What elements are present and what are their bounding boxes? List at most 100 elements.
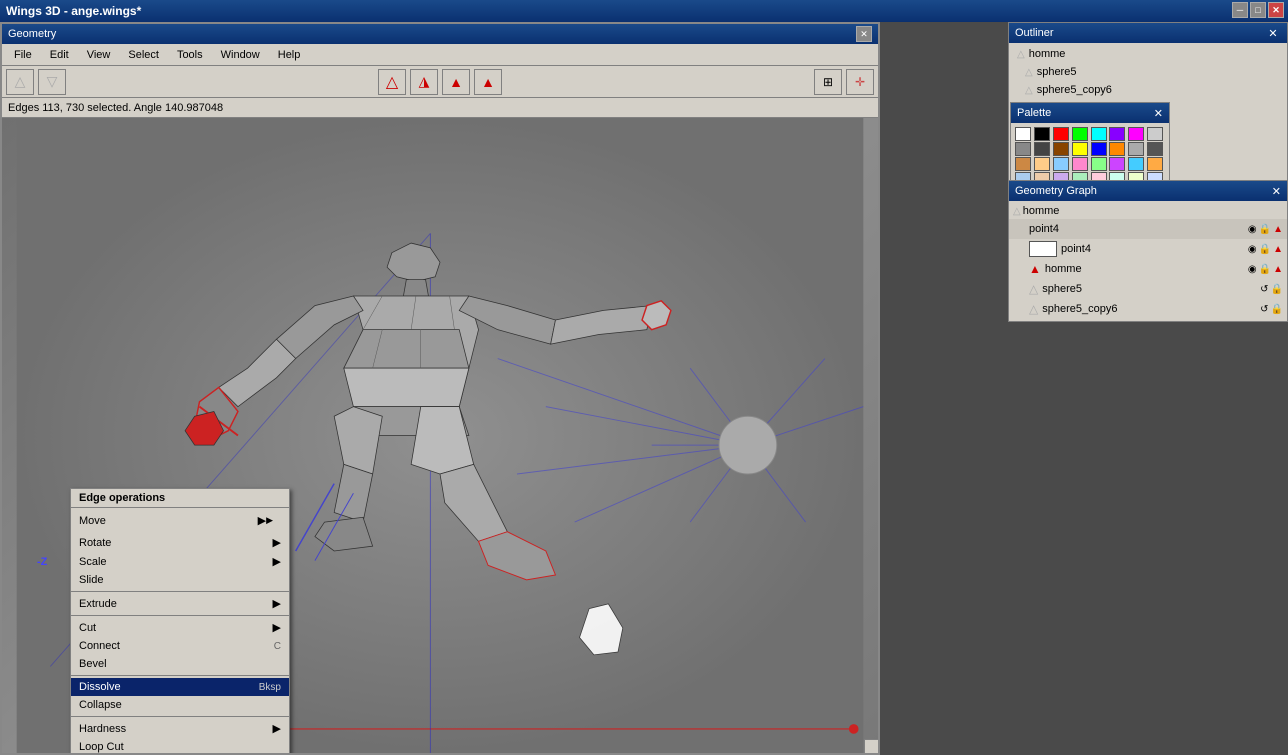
- ctx-loopcut-label: Loop Cut: [79, 741, 124, 753]
- ctx-dissolve-shortcut: Bksp: [259, 682, 281, 693]
- eye-icon-1[interactable]: ◉: [1248, 224, 1257, 235]
- outliner-homme[interactable]: △ homme: [1009, 45, 1287, 63]
- scroll-corner: [864, 739, 878, 753]
- color-swatch-6[interactable]: [1128, 127, 1144, 141]
- menu-help[interactable]: Help: [270, 47, 309, 63]
- minimize-button[interactable]: ─: [1232, 2, 1248, 18]
- geo-point4-2-name: point4: [1061, 243, 1244, 255]
- geo-sphere5-icons: ↺ 🔒: [1260, 284, 1283, 295]
- ctx-cut-label: Cut: [79, 622, 96, 634]
- ctx-item-cut[interactable]: Cut ▶: [71, 618, 289, 637]
- ctx-item-move[interactable]: Move ▶: [71, 508, 289, 533]
- outliner-sphere5copy6-label: sphere5_copy6: [1037, 84, 1112, 96]
- color-swatch-17[interactable]: [1034, 157, 1050, 171]
- color-swatch-7[interactable]: [1147, 127, 1163, 141]
- toolbar-tri-white1[interactable]: △: [6, 69, 34, 95]
- up-icon-1[interactable]: ▲: [1273, 224, 1283, 235]
- ctx-sep1: [71, 591, 289, 592]
- toolbar-tri-red2[interactable]: ▲: [474, 69, 502, 95]
- ctx-item-rotate[interactable]: Rotate ▶: [71, 533, 289, 552]
- win-close-button[interactable]: ✕: [856, 26, 872, 42]
- refresh-icon-sphere5[interactable]: ↺: [1260, 284, 1268, 295]
- eye-icon-homme[interactable]: ◉: [1248, 264, 1257, 275]
- refresh-icon-sphere5copy6[interactable]: ↺: [1260, 304, 1268, 315]
- toolbar-tri-red1[interactable]: ▲: [442, 69, 470, 95]
- ctx-sep4: [71, 716, 289, 717]
- menu-edit[interactable]: Edit: [42, 47, 77, 63]
- menu-tools[interactable]: Tools: [169, 47, 211, 63]
- up-icon-2[interactable]: ▲: [1273, 244, 1283, 255]
- z-axis-label: -Z: [37, 556, 47, 568]
- toolbar-grid[interactable]: ⊞: [814, 69, 842, 95]
- color-swatch-21[interactable]: [1109, 157, 1125, 171]
- ctx-hardness-label: Hardness: [79, 723, 126, 735]
- geo-item-point4-1[interactable]: point4 ◉ 🔒 ▲: [1009, 219, 1287, 239]
- color-swatch-11[interactable]: [1072, 142, 1088, 156]
- color-swatch-1[interactable]: [1034, 127, 1050, 141]
- color-swatch-5[interactable]: [1109, 127, 1125, 141]
- ctx-item-collapse[interactable]: Collapse: [71, 696, 289, 714]
- color-swatch-2[interactable]: [1053, 127, 1069, 141]
- menu-window[interactable]: Window: [213, 47, 268, 63]
- ctx-item-connect[interactable]: Connect C: [71, 637, 289, 655]
- maximize-button[interactable]: □: [1250, 2, 1266, 18]
- toolbar-tri-white2[interactable]: ▽: [38, 69, 66, 95]
- lock-icon-sphere5copy6[interactable]: 🔒: [1271, 304, 1283, 315]
- color-swatch-18[interactable]: [1053, 157, 1069, 171]
- toolbar-tri-outline[interactable]: △: [378, 69, 406, 95]
- outliner-sphere5[interactable]: △ sphere5: [1009, 63, 1287, 81]
- ctx-item-scale[interactable]: Scale ▶: [71, 552, 289, 571]
- geometry-graph-close[interactable]: ✕: [1272, 185, 1281, 198]
- toolbar-tri-half[interactable]: ◮: [410, 69, 438, 95]
- geo-item-sphere5copy6[interactable]: △ sphere5_copy6 ↺ 🔒: [1009, 299, 1287, 319]
- eye-icon-2[interactable]: ◉: [1248, 244, 1257, 255]
- color-swatch-15[interactable]: [1147, 142, 1163, 156]
- outliner-sphere5-copy6[interactable]: △ sphere5_copy6: [1009, 81, 1287, 99]
- color-swatch-13[interactable]: [1109, 142, 1125, 156]
- color-swatch-14[interactable]: [1128, 142, 1144, 156]
- sphere5copy6-expand-icon: △: [1025, 85, 1033, 96]
- color-swatch-9[interactable]: [1034, 142, 1050, 156]
- color-swatch-16[interactable]: [1015, 157, 1031, 171]
- geometry-graph-panel: Geometry Graph ✕ △ homme point4 ◉ 🔒 ▲ po…: [1008, 180, 1288, 322]
- color-swatch-12[interactable]: [1091, 142, 1107, 156]
- menu-view[interactable]: View: [79, 47, 119, 63]
- color-swatch-4[interactable]: [1091, 127, 1107, 141]
- color-swatch-10[interactable]: [1053, 142, 1069, 156]
- palette-close[interactable]: ✕: [1154, 107, 1163, 120]
- ctx-move-arrow: ▶: [250, 511, 281, 530]
- geo-item-sphere5[interactable]: △ sphere5 ↺ 🔒: [1009, 279, 1287, 299]
- toolbar-axes[interactable]: ✛: [846, 69, 874, 95]
- geo-item-point4-2[interactable]: point4 ◉ 🔒 ▲: [1009, 239, 1287, 259]
- color-swatch-23[interactable]: [1147, 157, 1163, 171]
- color-swatch-3[interactable]: [1072, 127, 1088, 141]
- geometry-graph-content: △ homme point4 ◉ 🔒 ▲ point4 ◉ 🔒 ▲ ▲ homm: [1009, 201, 1287, 321]
- ctx-item-slide[interactable]: Slide: [71, 571, 289, 589]
- outliner-close[interactable]: ✕: [1265, 25, 1281, 41]
- ctx-sep2: [71, 615, 289, 616]
- color-swatch-0[interactable]: [1015, 127, 1031, 141]
- geo-item-homme[interactable]: ▲ homme ◉ 🔒 ▲: [1009, 259, 1287, 279]
- lock-icon-1[interactable]: 🔒: [1259, 224, 1271, 235]
- ctx-item-dissolve[interactable]: Dissolve Bksp: [71, 678, 289, 696]
- ctx-bevel-label: Bevel: [79, 658, 107, 670]
- color-swatch-20[interactable]: [1091, 157, 1107, 171]
- geo-homme-name: homme: [1045, 263, 1246, 275]
- color-swatch-19[interactable]: [1072, 157, 1088, 171]
- color-swatch-22[interactable]: [1128, 157, 1144, 171]
- viewport[interactable]: -Z Edge operations Move ▶ Rotate ▶ Scale…: [2, 118, 878, 753]
- close-button[interactable]: ✕: [1268, 2, 1284, 18]
- lock-icon-2[interactable]: 🔒: [1259, 244, 1271, 255]
- menu-file[interactable]: File: [6, 47, 40, 63]
- ctx-item-extrude[interactable]: Extrude ▶: [71, 594, 289, 613]
- geo-parent-homme[interactable]: △ homme: [1009, 203, 1287, 219]
- sphere5copy6-tri-icon: △: [1029, 302, 1038, 316]
- color-swatch-8[interactable]: [1015, 142, 1031, 156]
- lock-icon-homme[interactable]: 🔒: [1259, 264, 1271, 275]
- menu-select[interactable]: Select: [120, 47, 167, 63]
- ctx-item-bevel[interactable]: Bevel: [71, 655, 289, 673]
- lock-icon-sphere5[interactable]: 🔒: [1271, 284, 1283, 295]
- ctx-item-hardness[interactable]: Hardness ▶: [71, 719, 289, 738]
- ctx-item-loopcut[interactable]: Loop Cut: [71, 738, 289, 753]
- up-icon-homme[interactable]: ▲: [1273, 264, 1283, 275]
